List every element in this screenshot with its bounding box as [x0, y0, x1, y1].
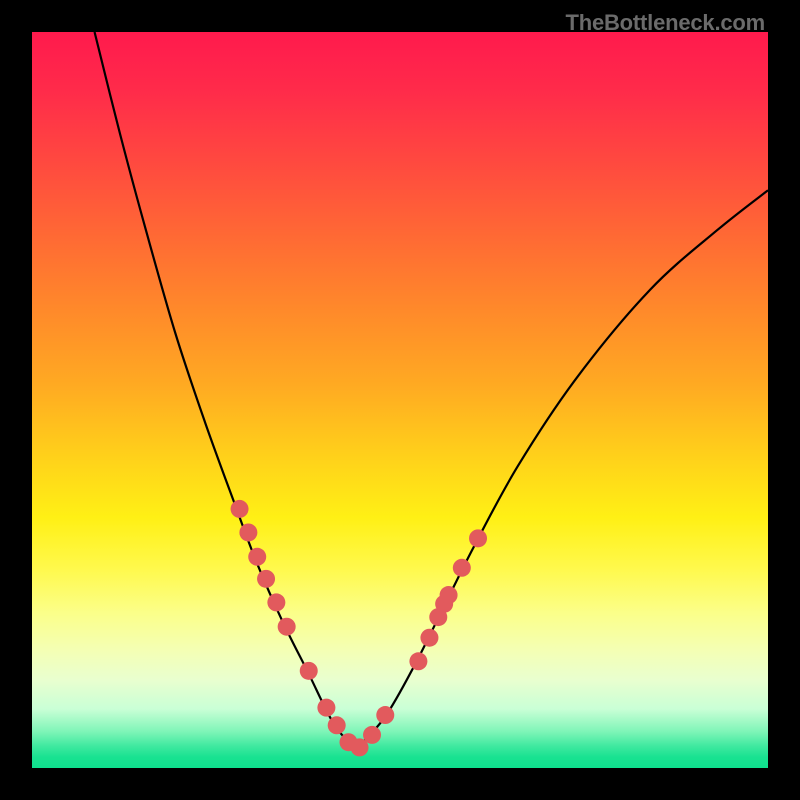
plot-area: [32, 32, 768, 768]
curve-marker: [231, 500, 249, 518]
curve-markers: [231, 500, 487, 756]
curve-marker: [440, 586, 458, 604]
curve-marker: [300, 662, 318, 680]
curve-marker: [239, 523, 257, 541]
curve-marker: [328, 716, 346, 734]
curve-left-path: [95, 32, 356, 750]
bottleneck-curve: [32, 32, 768, 768]
curve-marker: [453, 559, 471, 577]
curve-marker: [317, 699, 335, 717]
curve-marker: [469, 529, 487, 547]
curve-marker: [376, 706, 394, 724]
curve-marker: [363, 726, 381, 744]
curve-marker: [248, 548, 266, 566]
curve-marker: [278, 618, 296, 636]
curve-marker: [409, 652, 427, 670]
curve-marker: [420, 629, 438, 647]
curve-marker: [257, 570, 275, 588]
curve-marker: [267, 593, 285, 611]
chart-root: TheBottleneck.com: [0, 0, 800, 800]
